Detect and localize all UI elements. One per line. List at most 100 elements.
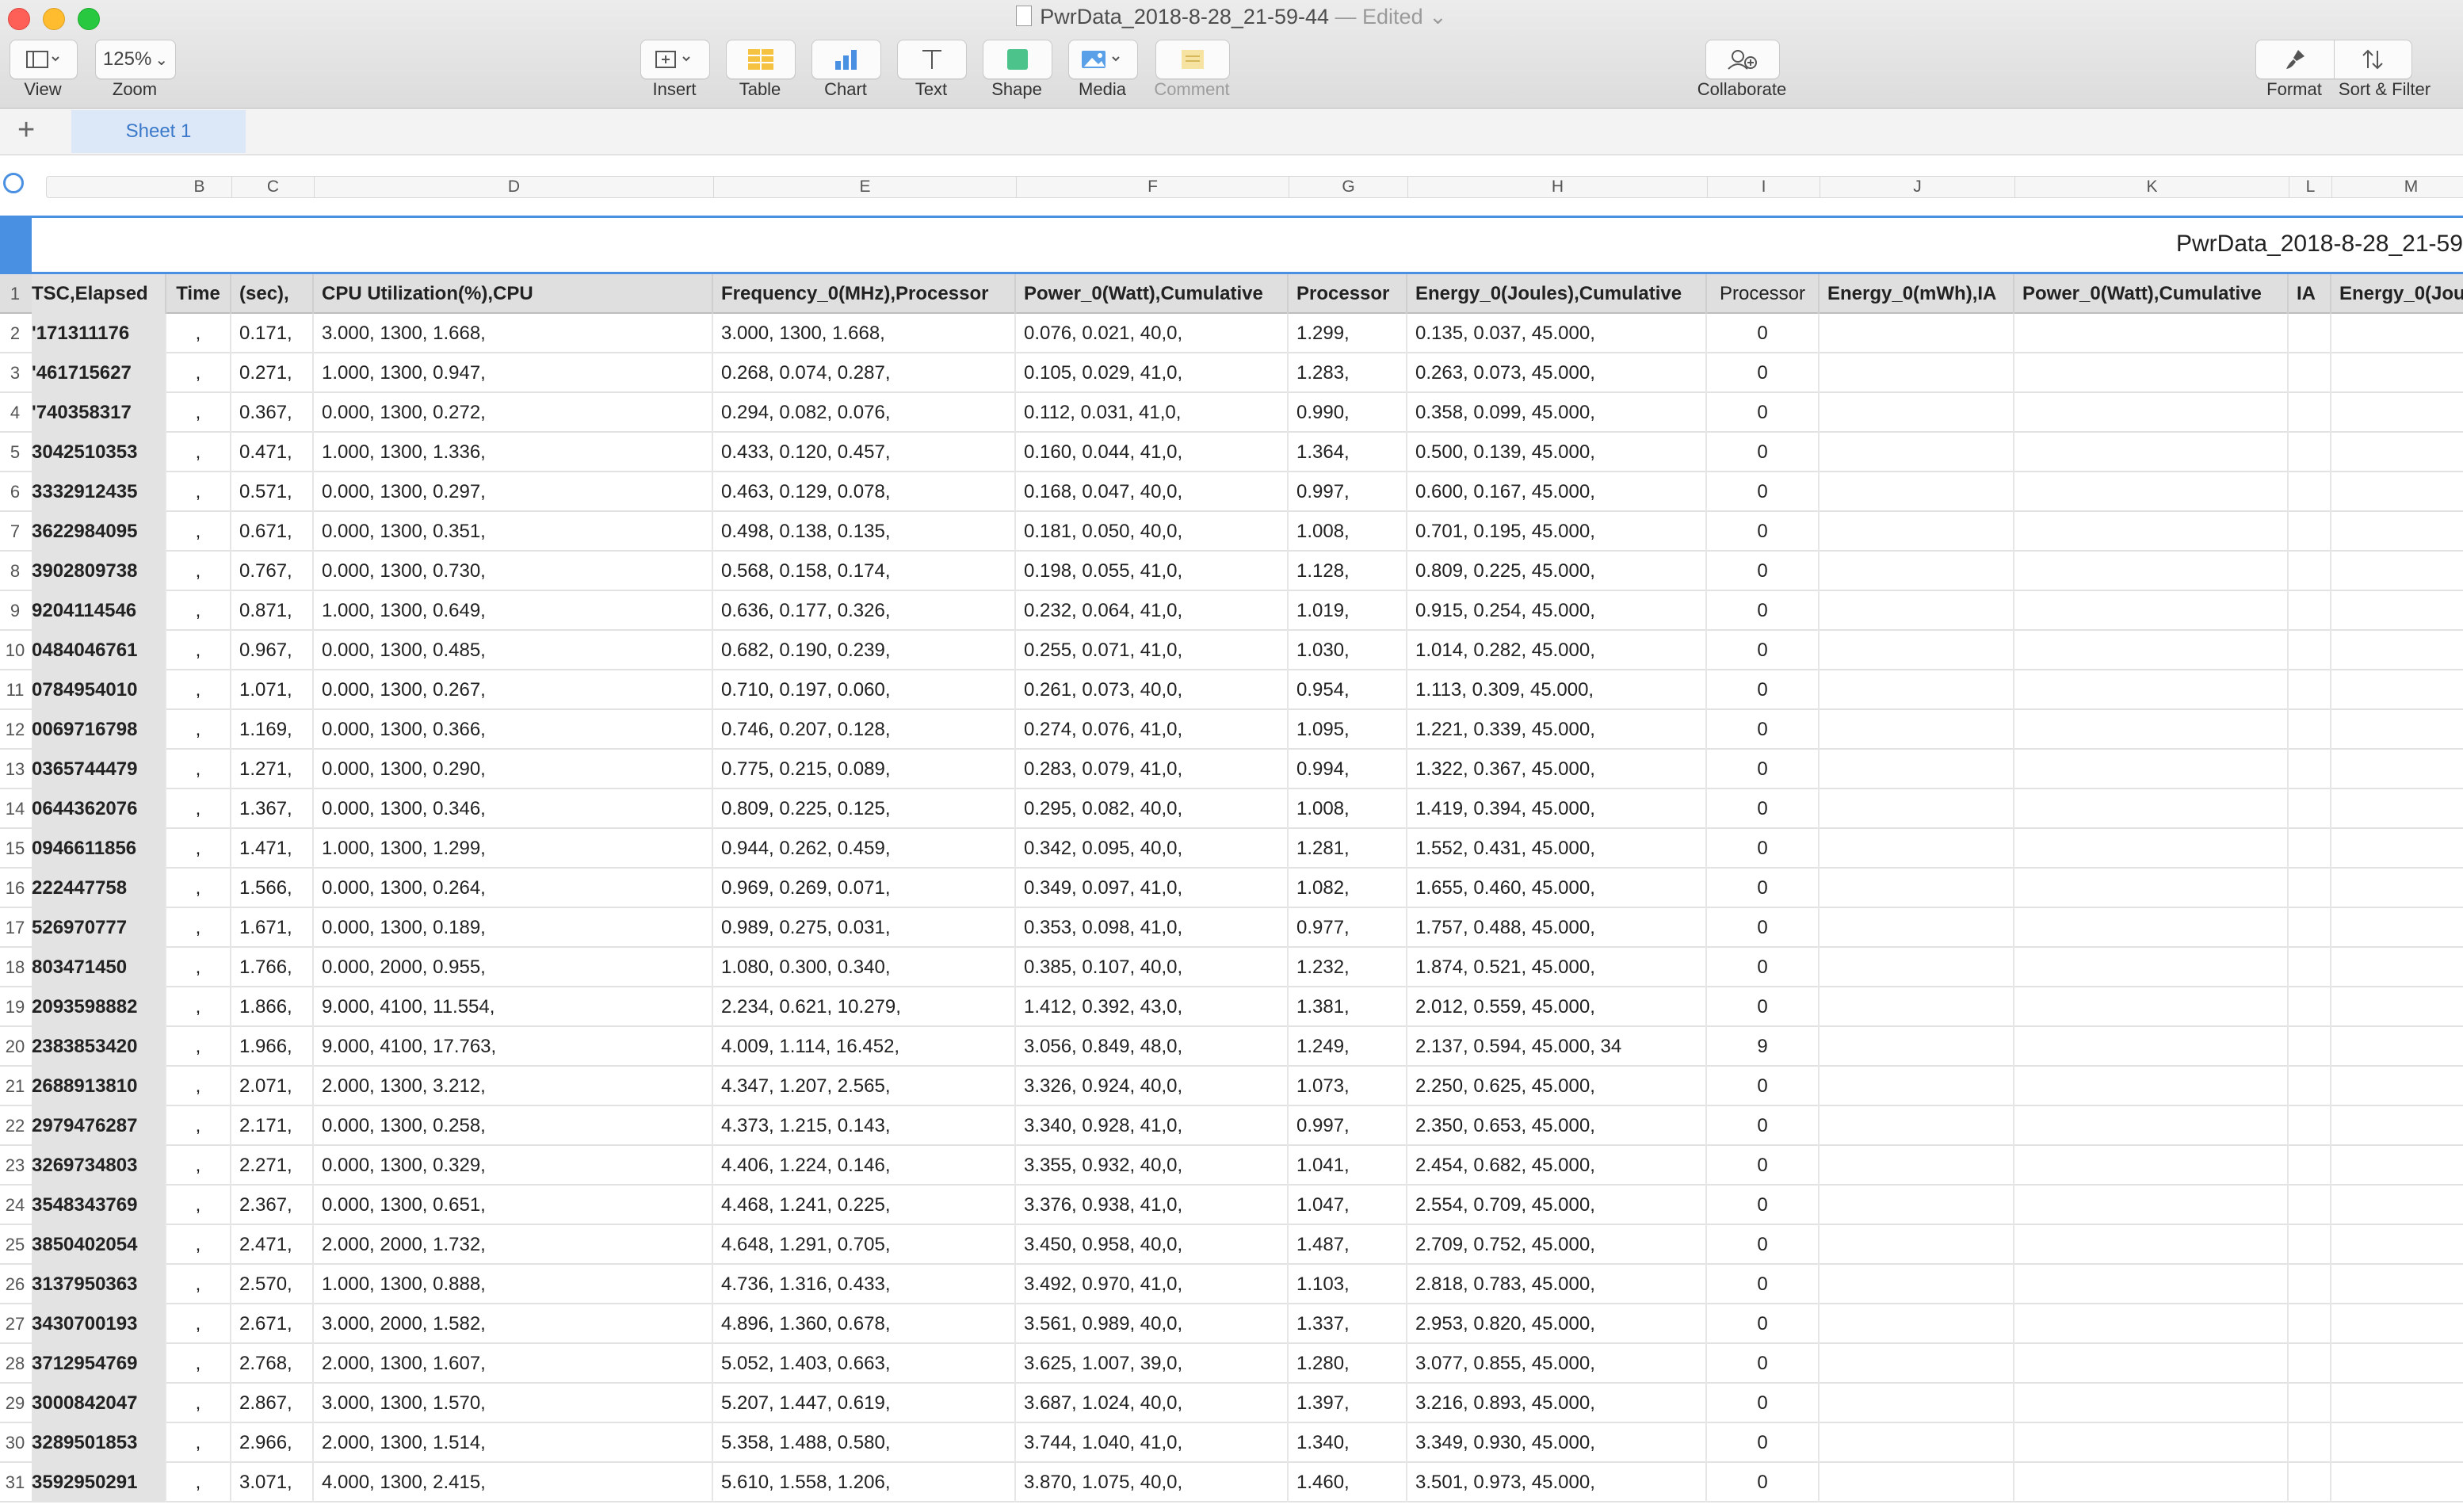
row-number[interactable]: 18 <box>0 948 30 987</box>
table-cell[interactable]: 0 <box>1707 710 1820 750</box>
empty-cell[interactable] <box>1820 591 2014 631</box>
empty-cell[interactable] <box>1820 908 2014 948</box>
table-cell[interactable]: , <box>166 948 231 987</box>
table-cell[interactable]: 0.274, 0.076, 41,0, <box>1016 710 1289 750</box>
empty-cell[interactable] <box>2331 1106 2463 1146</box>
table-cell[interactable]: 1.000, 1300, 0.888, <box>314 1265 713 1304</box>
empty-cell[interactable] <box>2289 829 2331 869</box>
table-cell[interactable]: 1.232, <box>1289 948 1407 987</box>
table-cell[interactable]: 1.019, <box>1289 591 1407 631</box>
empty-cell[interactable] <box>2289 670 2331 710</box>
table-cell[interactable]: 0.000, 1300, 0.297, <box>314 472 713 512</box>
row-number[interactable]: 17 <box>0 908 30 948</box>
table-cell[interactable]: 0.112, 0.031, 41,0, <box>1016 393 1289 433</box>
table-cell[interactable]: 0.809, 0.225, 45.000, <box>1407 552 1707 591</box>
table-cell[interactable]: 2.234, 0.621, 10.279, <box>713 987 1016 1027</box>
table-cell[interactable]: 3548343769 <box>32 1186 166 1225</box>
table-cell[interactable]: 4.000, 1300, 2.415, <box>314 1463 713 1502</box>
table-cell[interactable]: 0.263, 0.073, 45.000, <box>1407 353 1707 393</box>
empty-cell[interactable] <box>2331 987 2463 1027</box>
table-cell[interactable]: 1.249, <box>1289 1027 1407 1067</box>
column-header[interactable]: Energy_0(mWh),IA <box>1820 274 2014 314</box>
column-letter-k[interactable]: K <box>2015 177 2289 197</box>
empty-cell[interactable] <box>2014 1344 2289 1384</box>
table-cell[interactable]: 1.030, <box>1289 631 1407 670</box>
row-number[interactable]: 20 <box>0 1027 30 1067</box>
table-cell[interactable]: 1.566, <box>231 869 314 908</box>
table-cell[interactable]: 0 <box>1707 552 1820 591</box>
table-cell[interactable]: , <box>166 789 231 829</box>
empty-cell[interactable] <box>2289 1463 2331 1502</box>
row-number[interactable]: 19 <box>0 987 30 1027</box>
table-cell[interactable]: 1.367, <box>231 789 314 829</box>
column-letter-e[interactable]: E <box>714 177 1017 197</box>
table-cell[interactable]: '740358317 <box>32 393 166 433</box>
empty-cell[interactable] <box>2014 1304 2289 1344</box>
empty-cell[interactable] <box>2289 314 2331 353</box>
empty-cell[interactable] <box>2289 1067 2331 1106</box>
empty-cell[interactable] <box>1820 1146 2014 1186</box>
table-cell[interactable]: 2.953, 0.820, 45.000, <box>1407 1304 1707 1344</box>
table-cell[interactable]: 0 <box>1707 1423 1820 1463</box>
column-letter-m[interactable]: M <box>2332 177 2463 197</box>
table-cell[interactable]: 1.041, <box>1289 1146 1407 1186</box>
table-cell[interactable]: , <box>166 1225 231 1265</box>
table-cell[interactable]: 0.160, 0.044, 41,0, <box>1016 433 1289 472</box>
table-cell[interactable]: 3.687, 1.024, 40,0, <box>1016 1384 1289 1423</box>
table-cell[interactable]: 2.966, <box>231 1423 314 1463</box>
table-cell[interactable]: , <box>166 552 231 591</box>
table-cell[interactable]: 3.501, 0.973, 45.000, <box>1407 1463 1707 1502</box>
table-cell[interactable]: 1.487, <box>1289 1225 1407 1265</box>
table-cell[interactable]: 0.000, 1300, 0.290, <box>314 750 713 789</box>
empty-cell[interactable] <box>2289 1423 2331 1463</box>
table-cell[interactable]: 0.000, 1300, 0.329, <box>314 1146 713 1186</box>
table-cell[interactable]: 0 <box>1707 789 1820 829</box>
empty-cell[interactable] <box>1820 710 2014 750</box>
table-cell[interactable]: 0.977, <box>1289 908 1407 948</box>
table-cell[interactable]: 4.896, 1.360, 0.678, <box>713 1304 1016 1344</box>
table-cell[interactable]: 0.353, 0.098, 41,0, <box>1016 908 1289 948</box>
empty-cell[interactable] <box>2014 1106 2289 1146</box>
table-cell[interactable]: , <box>166 433 231 472</box>
table-cell[interactable]: 1.221, 0.339, 45.000, <box>1407 710 1707 750</box>
chart-button[interactable] <box>811 40 881 79</box>
table-cell[interactable]: 1.471, <box>231 829 314 869</box>
table-cell[interactable]: 5.358, 1.488, 0.580, <box>713 1423 1016 1463</box>
table-cell[interactable]: 1.000, 1300, 1.336, <box>314 433 713 472</box>
table-cell[interactable]: 3592950291 <box>32 1463 166 1502</box>
empty-cell[interactable] <box>1820 1423 2014 1463</box>
table-cell[interactable]: 0.000, 1300, 0.272, <box>314 393 713 433</box>
table-cell[interactable]: 3269734803 <box>32 1146 166 1186</box>
table-cell[interactable]: , <box>166 1265 231 1304</box>
table-cell[interactable]: 3.355, 0.932, 40,0, <box>1016 1146 1289 1186</box>
table-cell[interactable]: 3.492, 0.970, 41,0, <box>1016 1265 1289 1304</box>
row-number[interactable]: 25 <box>0 1225 30 1265</box>
row-number[interactable]: 12 <box>0 710 30 750</box>
table-cell[interactable]: 0.168, 0.047, 40,0, <box>1016 472 1289 512</box>
table-cell[interactable]: 0.294, 0.082, 0.076, <box>713 393 1016 433</box>
table-cell[interactable]: 2.250, 0.625, 45.000, <box>1407 1067 1707 1106</box>
table-cell[interactable]: 0 <box>1707 1225 1820 1265</box>
table-cell[interactable]: , <box>166 1146 231 1186</box>
table-cell[interactable]: 3.561, 0.989, 40,0, <box>1016 1304 1289 1344</box>
table-cell[interactable]: 1.169, <box>231 710 314 750</box>
table-cell[interactable]: 1.008, <box>1289 512 1407 552</box>
empty-cell[interactable] <box>2331 1186 2463 1225</box>
empty-cell[interactable] <box>2289 353 2331 393</box>
table-cell[interactable]: 1.271, <box>231 750 314 789</box>
table-cell[interactable]: 2.671, <box>231 1304 314 1344</box>
table-cell[interactable]: 0 <box>1707 1265 1820 1304</box>
table-cell[interactable]: 3.077, 0.855, 45.000, <box>1407 1344 1707 1384</box>
empty-cell[interactable] <box>2014 1067 2289 1106</box>
table-cell[interactable]: 2.768, <box>231 1344 314 1384</box>
empty-cell[interactable] <box>1820 948 2014 987</box>
empty-cell[interactable] <box>1820 1304 2014 1344</box>
table-cell[interactable]: 0.915, 0.254, 45.000, <box>1407 591 1707 631</box>
empty-cell[interactable] <box>1820 512 2014 552</box>
empty-cell[interactable] <box>2289 789 2331 829</box>
table-cell[interactable]: 0 <box>1707 987 1820 1027</box>
select-table-handle[interactable] <box>3 173 24 193</box>
table-cell[interactable]: 3.071, <box>231 1463 314 1502</box>
table-cell[interactable]: 3.326, 0.924, 40,0, <box>1016 1067 1289 1106</box>
row-number[interactable]: 9 <box>0 591 30 631</box>
